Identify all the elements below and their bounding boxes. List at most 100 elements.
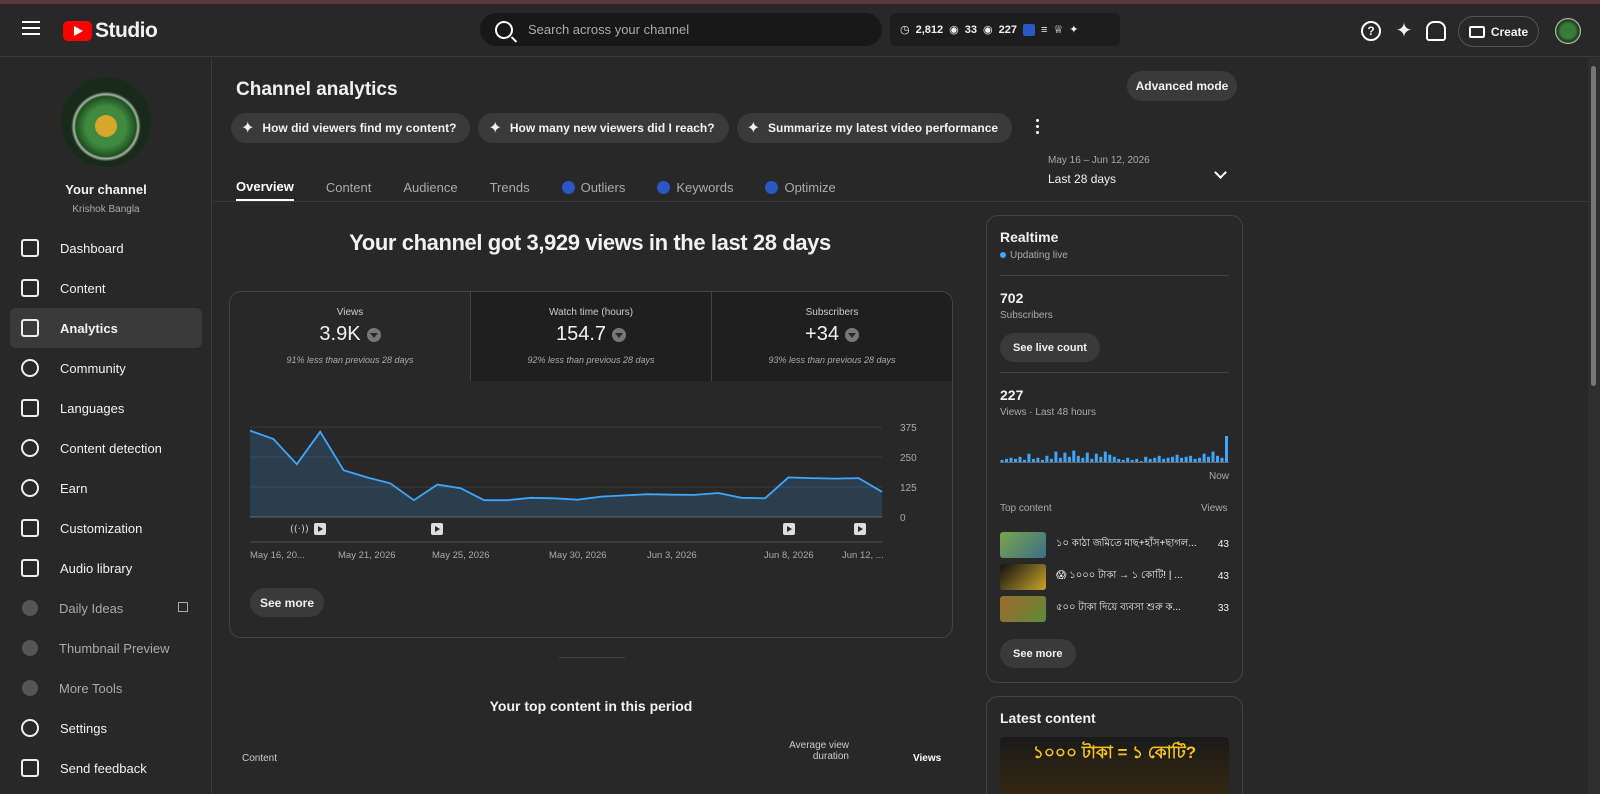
help-icon[interactable]: ? [1361, 21, 1381, 41]
realtime-title: Realtime [1000, 229, 1059, 245]
list-icon[interactable]: ≡ [1041, 24, 1047, 36]
sidebar-item-daily-ideas[interactable]: Daily Ideas [10, 588, 202, 628]
chip-new-viewers[interactable]: ✦ How many new viewers did I reach? [478, 113, 729, 143]
sidebar-item-content[interactable]: Content [10, 268, 202, 308]
tab-trends[interactable]: Trends [490, 174, 530, 200]
scrollbar-thumb[interactable] [1591, 66, 1596, 386]
realtime-bar [1202, 453, 1206, 462]
realtime-top-content-label: Top content [1000, 503, 1052, 514]
sidebar-item-earn[interactable]: Earn [10, 468, 202, 508]
realtime-bar-chart[interactable] [1000, 434, 1229, 464]
tab-overview[interactable]: Overview [236, 174, 294, 201]
tab-keywords[interactable]: Keywords [657, 174, 733, 200]
scrollbar[interactable] [1588, 58, 1600, 794]
divider [1000, 372, 1229, 373]
sidebar-item-send-feedback[interactable]: Send feedback [10, 748, 202, 788]
video-views: 33 [1217, 603, 1229, 614]
realtime-bar [1103, 451, 1107, 462]
sidebar-item-more-tools[interactable]: More Tools [10, 668, 202, 708]
menu-icon[interactable] [22, 21, 40, 35]
list-item[interactable]: 😱 ১০০০ টাকা → ১ কোটি! | ... 43 [1000, 563, 1229, 590]
dashboard-icon [21, 239, 39, 257]
tab-content[interactable]: Content [326, 174, 372, 200]
divider [1000, 275, 1229, 276]
main-content: Channel analytics Advanced mode ✦ How did… [213, 58, 1588, 794]
account-avatar[interactable] [1555, 18, 1581, 44]
analytics-icon [21, 319, 39, 337]
studio-logo[interactable]: Studio [63, 19, 158, 43]
list-item[interactable]: ৫০০ টাকা দিয়ে ব্যবসা শুরু ক... 33 [1000, 595, 1229, 622]
see-live-count-button[interactable]: See live count [1000, 333, 1100, 362]
y-tick-label: 125 [900, 483, 917, 494]
metric-compare: 91% less than previous 28 days [286, 355, 414, 365]
channel-avatar[interactable] [61, 77, 151, 167]
realtime-bar [1058, 457, 1062, 462]
latest-content-card: Latest content ১০০০ টাকা = ১ কোটি? [986, 696, 1243, 794]
realtime-bar [1175, 454, 1179, 462]
sparkle-icon[interactable]: ✦ [1394, 21, 1414, 41]
sidebar-item-analytics[interactable]: Analytics [10, 308, 202, 348]
eye-icon: ◉ [983, 24, 993, 36]
arrow-down-icon [612, 327, 627, 342]
realtime-bar [1067, 456, 1071, 462]
sidebar-item-audio-library[interactable]: Audio library [10, 548, 202, 588]
list-item[interactable]: ১০ কাঠা জমিতে মাছ+হাঁস+ছাগল... 43 [1000, 531, 1229, 558]
more-options-icon[interactable] [1036, 119, 1040, 137]
your-channel-label: Your channel [65, 182, 147, 197]
sidebar-item-languages[interactable]: Languages [10, 388, 202, 428]
x-tick-label: May 25, 2026 [432, 550, 490, 561]
metric-subscribers[interactable]: Subscribers +34 93% less than previous 2… [712, 292, 952, 381]
sidebar-item-settings[interactable]: Settings [10, 708, 202, 748]
realtime-see-more-button[interactable]: See more [1000, 639, 1076, 668]
metric-watch-time[interactable]: Watch time (hours) 154.7 92% less than p… [471, 292, 712, 381]
metric-value: +34 [805, 323, 839, 345]
chip-summarize-latest[interactable]: ✦ Summarize my latest video performance [736, 113, 1013, 143]
col-header-avg-view-duration[interactable]: Average view duration [783, 740, 849, 762]
tab-optimize[interactable]: Optimize [765, 174, 836, 200]
feedback-icon [21, 759, 39, 777]
search-bar[interactable]: Search across your channel [480, 13, 882, 46]
notifications-bell-icon[interactable] [1426, 21, 1446, 41]
sidebar-item-customization[interactable]: Customization [10, 508, 202, 548]
date-range-label: Last 28 days [1048, 172, 1117, 186]
eye-icon: ◉ [949, 24, 959, 36]
sparkle-small-icon[interactable]: ✦ [1069, 23, 1078, 36]
realtime-bar [1157, 455, 1161, 462]
metric-views[interactable]: Views 3.9K 91% less than previous 28 day… [230, 292, 471, 381]
realtime-bar [1049, 458, 1053, 462]
tab-audience[interactable]: Audience [403, 174, 457, 200]
col-header-content[interactable]: Content [242, 753, 277, 764]
tab-label: Audience [403, 179, 458, 195]
vidiq-extension-bar[interactable]: ◷ 2,812 ◉ 33 ◉ 227 ≡ ♕ ✦ [890, 13, 1120, 46]
section-divider [559, 657, 625, 658]
sidebar-item-community[interactable]: Community [10, 348, 202, 388]
advanced-mode-button[interactable]: Advanced mode [1127, 71, 1237, 101]
realtime-bar [1144, 456, 1148, 462]
col-header-views[interactable]: Views [913, 753, 941, 764]
sidebar-item-dashboard[interactable]: Dashboard [10, 228, 202, 268]
chart-see-more-button[interactable]: See more [250, 588, 324, 617]
realtime-bar [1014, 458, 1017, 462]
realtime-bar [1198, 457, 1202, 462]
thumbnail-text: ১০০০ টাকা = ১ কোটি? [1032, 743, 1197, 762]
search-input[interactable]: Search across your channel [528, 22, 689, 37]
date-range-picker[interactable]: May 16 – Jun 12, 2026 Last 28 days [1048, 155, 1150, 186]
chip-label: How many new viewers did I reach? [509, 121, 715, 135]
views-area-chart[interactable]: 375 250 125 0 ((·)) May 16, 20... May 21, 2026… [230, 382, 952, 582]
vidiq-icon [22, 640, 38, 656]
chip-viewers-find[interactable]: ✦ How did viewers find my content? [231, 113, 471, 143]
trophy-icon[interactable]: ♕ [1053, 23, 1063, 36]
sidebar-item-content-detection[interactable]: Content detection [10, 428, 202, 468]
create-button[interactable]: Create [1458, 16, 1539, 47]
vidiq-icon [22, 680, 38, 696]
realtime-bar [1027, 453, 1031, 462]
latest-video-thumbnail[interactable]: ১০০০ টাকা = ১ কোটি? [1000, 737, 1229, 794]
chip-label: Summarize my latest video performance [767, 121, 999, 135]
tab-outliers[interactable]: Outliers [561, 174, 625, 200]
realtime-card: Realtime Updating live 702 Subscribers S… [986, 215, 1243, 683]
chevron-down-icon[interactable] [1214, 166, 1227, 179]
realtime-bar [1063, 452, 1067, 462]
vidiq-icon[interactable] [1022, 23, 1035, 36]
sidebar-item-thumbnail-preview[interactable]: Thumbnail Preview [10, 628, 202, 668]
realtime-bar [1112, 456, 1116, 462]
